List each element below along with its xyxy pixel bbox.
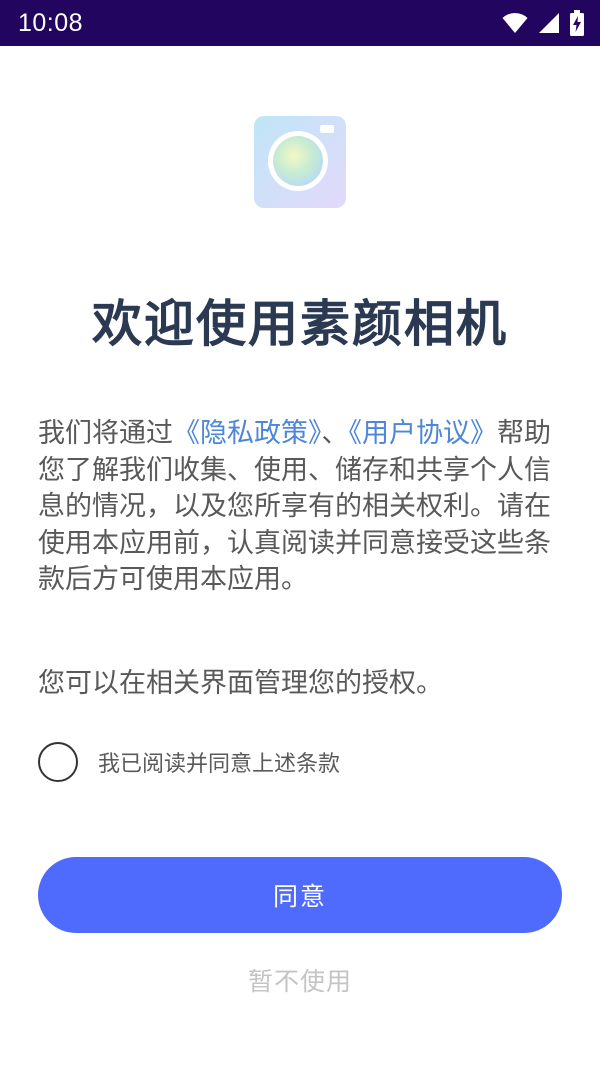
authorization-note: 您可以在相关界面管理您的授权。 — [38, 668, 443, 699]
signal-icon — [539, 13, 559, 33]
user-agreement-link[interactable]: 《用户协议》 — [349, 418, 498, 449]
agreement-intro: 我们将通过 — [38, 418, 173, 449]
privacy-policy-link[interactable]: 《隐私政策》 — [173, 418, 322, 449]
decline-button[interactable]: 暂不使用 — [0, 960, 600, 1000]
status-icons — [502, 10, 584, 36]
status-bar: 10:08 — [0, 0, 600, 46]
consent-checkbox[interactable] — [38, 742, 78, 782]
camera-app-icon — [254, 116, 346, 208]
agreement-separator: 、 — [321, 418, 349, 449]
consent-row[interactable]: 我已阅读并同意上述条款 — [38, 742, 340, 782]
agreement-text: 我们将通过《隐私政策》、《用户协议》帮助您了解我们收集、使用、储存和共享个人信息… — [38, 416, 564, 599]
status-time: 10:08 — [18, 8, 84, 37]
agree-button[interactable]: 同意 — [38, 857, 562, 933]
welcome-title: 欢迎使用素颜相机 — [92, 295, 508, 353]
battery-charging-icon — [570, 10, 584, 36]
consent-label: 我已阅读并同意上述条款 — [98, 752, 341, 777]
wifi-icon — [502, 12, 528, 33]
